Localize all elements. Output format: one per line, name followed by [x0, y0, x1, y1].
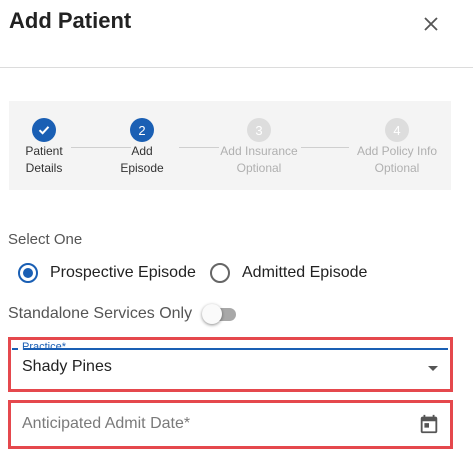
standalone-services-toggle[interactable] [202, 303, 238, 325]
step-label-line: Optional [236, 161, 282, 175]
radio-checked-icon[interactable] [18, 263, 38, 283]
episode-type-prompt: Select One [8, 231, 83, 248]
step-3-circle: 3 [247, 118, 271, 142]
step-label: Add Episode [87, 143, 197, 177]
practice-value: Shady Pines [22, 358, 112, 375]
toggle-thumb[interactable] [202, 304, 223, 324]
step-label-line: Optional [374, 161, 420, 175]
radio-unchecked-icon[interactable] [210, 263, 230, 283]
radio-label: Admitted Episode [242, 264, 368, 281]
practice-field-border [12, 348, 448, 350]
step-label-line: Add Policy Info [356, 144, 438, 158]
step-label: Add Policy Info Optional [342, 143, 452, 177]
dialog-title: Add Patient [9, 8, 132, 33]
close-button[interactable] [416, 9, 446, 39]
step-add-episode[interactable]: 2 Add Episode [87, 101, 197, 190]
calendar-icon[interactable] [418, 413, 440, 435]
step-label-line: Add Insurance [220, 144, 298, 158]
step-add-policy-info: 4 Add Policy Info Optional [342, 101, 452, 190]
practice-label: Practice* [22, 341, 67, 353]
step-label-line: Add [131, 144, 153, 158]
practice-select[interactable]: Practice* Shady Pines [12, 341, 448, 388]
step-patient-details[interactable]: Patient Details [0, 101, 99, 190]
radio-prospective-episode[interactable]: Prospective Episode [18, 260, 196, 286]
step-label: Patient Details [0, 143, 99, 177]
stepper: Patient Details 2 Add Episode 3 Add Insu… [9, 101, 451, 190]
check-icon [38, 126, 50, 135]
step-label-line: Details [25, 161, 63, 175]
step-add-insurance: 3 Add Insurance Optional [204, 101, 314, 190]
header-divider [0, 67, 473, 68]
step-label: Add Insurance Optional [204, 143, 314, 177]
close-icon [424, 17, 438, 31]
step-4-circle: 4 [385, 118, 409, 142]
chevron-down-icon[interactable] [428, 366, 438, 371]
step-2-circle: 2 [130, 118, 154, 142]
radio-label: Prospective Episode [50, 264, 196, 281]
admit-date-placeholder: Anticipated Admit Date* [22, 415, 191, 432]
step-1-circle [32, 118, 56, 142]
anticipated-admit-date-input[interactable]: Anticipated Admit Date* [12, 404, 448, 444]
standalone-services-label: Standalone Services Only [8, 305, 193, 322]
step-label-line: Episode [120, 161, 164, 175]
standalone-services-row: Standalone Services Only [8, 303, 238, 325]
step-label-line: Patient [25, 144, 63, 158]
radio-admitted-episode[interactable]: Admitted Episode [210, 260, 367, 286]
